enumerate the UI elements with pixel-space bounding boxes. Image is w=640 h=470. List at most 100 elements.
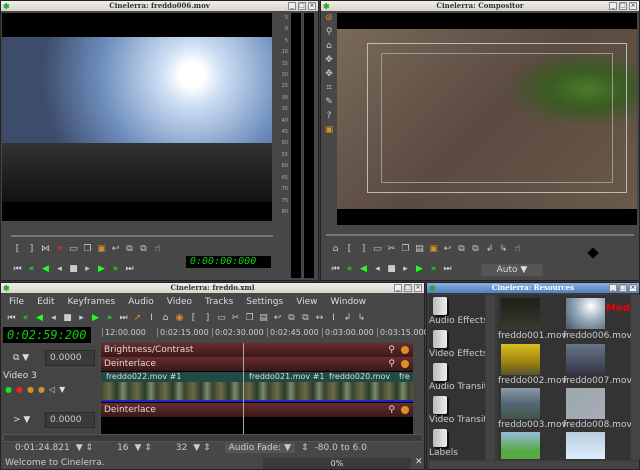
dropdown-icon[interactable]: ▼ ⇕ xyxy=(193,443,210,453)
folder-scrollbar[interactable] xyxy=(486,295,495,460)
rewind-start-icon[interactable]: ⏮ xyxy=(7,313,16,323)
effect-on-icon[interactable] xyxy=(401,360,409,368)
minimize-button[interactable]: _ xyxy=(609,284,617,292)
rewind-start-icon[interactable]: ⏮ xyxy=(331,264,340,274)
label-toggle-icon[interactable]: ◉ xyxy=(175,313,184,323)
dropdown-icon[interactable]: ▼ ⇕ xyxy=(135,443,152,453)
position-value[interactable]: 0:01:24.821 xyxy=(15,443,70,453)
maximize-button[interactable]: □ xyxy=(619,2,627,10)
in-point-icon[interactable]: [ xyxy=(13,244,22,254)
zoom-select[interactable]: Auto ▼ xyxy=(481,264,543,276)
fit-icon[interactable]: ↔ xyxy=(315,313,324,323)
viewer-video[interactable] xyxy=(2,13,272,221)
play-icon[interactable]: ▶ xyxy=(97,264,106,274)
compositor-canvas[interactable] xyxy=(337,13,637,225)
spin-icon[interactable]: ⇕ xyxy=(301,443,309,453)
out-point-icon[interactable]: ] xyxy=(27,244,36,254)
folder-item[interactable]: Audio Effects xyxy=(429,295,485,328)
fast-reverse-icon[interactable]: « xyxy=(27,264,36,274)
protect-icon[interactable]: ⊘ xyxy=(325,13,333,23)
reverse-icon[interactable]: ◀ xyxy=(41,264,50,274)
track-zoom[interactable]: 32 xyxy=(176,443,187,453)
fade-mode-icon[interactable]: ⧉ ▼ xyxy=(13,353,29,363)
mask-icon[interactable]: ⌂ xyxy=(326,41,332,51)
label-icon[interactable]: ⌂ xyxy=(331,244,340,254)
frame-back-icon[interactable]: ◂ xyxy=(55,264,64,274)
play-icon[interactable]: ▶ xyxy=(415,264,424,274)
safe-region-icon[interactable]: ▣ xyxy=(325,125,334,135)
effect-brightness-contrast[interactable]: Brightness/Contrast ⚲ xyxy=(101,343,413,357)
media-thumbnail[interactable] xyxy=(501,432,540,459)
goto-end-icon[interactable]: ⏭ xyxy=(125,264,134,274)
in-point-icon[interactable]: [ xyxy=(345,244,354,254)
fast-reverse-icon[interactable]: « xyxy=(21,313,30,323)
goto-end-icon[interactable]: ⏭ xyxy=(119,313,128,323)
viewer-slider[interactable] xyxy=(11,235,273,237)
next-edit-icon[interactable]: ↳ xyxy=(357,313,366,323)
media-name[interactable]: freddo006.mov xyxy=(563,331,632,341)
prev-edit-icon[interactable]: ↲ xyxy=(485,244,494,254)
media-thumbnail[interactable] xyxy=(566,344,605,375)
prev-label-icon[interactable]: ↩ xyxy=(443,244,452,254)
clip-label[interactable]: fre xyxy=(399,372,410,382)
zoom-icon[interactable]: ⚲ xyxy=(326,27,333,37)
media-thumbnail[interactable] xyxy=(566,298,605,329)
fast-forward-icon[interactable]: » xyxy=(111,264,120,274)
menu-tracks[interactable]: Tracks xyxy=(205,297,233,307)
overlay-mode-icon[interactable]: > ▼ xyxy=(13,415,30,425)
media-name[interactable]: freddo002.mov xyxy=(498,376,567,386)
media-thumbnail[interactable] xyxy=(501,344,540,375)
media-thumbnail[interactable] xyxy=(566,388,605,419)
close-button[interactable]: × xyxy=(629,2,637,10)
copy-icon[interactable]: ❐ xyxy=(83,244,92,254)
gang-toggle[interactable]: ● xyxy=(27,385,34,394)
folder-item[interactable]: Video Transitions xyxy=(429,394,485,427)
frame-forward-icon[interactable]: ▸ xyxy=(83,264,92,274)
reverse-icon[interactable]: ◀ xyxy=(35,313,44,323)
menu-keyframes[interactable]: Keyframes xyxy=(68,297,116,307)
playhead[interactable] xyxy=(243,343,244,434)
frame-back-icon[interactable]: ◂ xyxy=(373,264,382,274)
timeline-ruler[interactable]: 12:00.000 0:02:15.000 0:02:30.000 0:02:45.0… xyxy=(101,327,429,340)
cancel-icon[interactable]: ✕ xyxy=(415,457,423,467)
minimize-button[interactable]: _ xyxy=(288,2,296,10)
media-name[interactable]: freddo003.mov xyxy=(498,420,567,430)
menu-video[interactable]: Video xyxy=(167,297,192,307)
label-icon[interactable]: ▣ xyxy=(97,244,106,254)
media-thumbnail[interactable] xyxy=(566,432,605,459)
undo-icon[interactable]: ⧉ xyxy=(301,313,310,323)
undo-icon[interactable]: ⧉ xyxy=(471,244,480,254)
fast-forward-icon[interactable]: » xyxy=(429,264,438,274)
hand-icon[interactable]: ☝ xyxy=(513,244,522,254)
media-name[interactable]: freddo007.mov xyxy=(563,376,632,386)
horizontal-scrollbar[interactable] xyxy=(429,461,639,469)
media-thumbnail[interactable] xyxy=(501,298,540,329)
frame-forward-icon[interactable]: ▸ xyxy=(401,264,410,274)
close-button[interactable]: × xyxy=(308,2,316,10)
camera-icon[interactable]: ✥ xyxy=(325,55,333,65)
effect-deinterlace-2[interactable]: Deinterlace ⚲ xyxy=(101,403,413,417)
minimize-button[interactable]: _ xyxy=(394,284,402,292)
media-name[interactable]: freddo001.mov xyxy=(498,331,567,341)
goto-end-icon[interactable]: ⏭ xyxy=(443,264,452,274)
menu-edit[interactable]: Edit xyxy=(37,297,54,307)
out-point-icon[interactable]: ] xyxy=(203,313,212,323)
prev-label-icon[interactable]: ↩ xyxy=(111,244,120,254)
clip-thumbnails[interactable] xyxy=(101,382,413,401)
eyedropper-icon[interactable]: ✎ xyxy=(325,97,333,107)
prev-edit-icon[interactable]: ↲ xyxy=(343,313,352,323)
fast-reverse-icon[interactable]: « xyxy=(345,264,354,274)
help-icon[interactable]: ? xyxy=(327,111,332,121)
menu-settings[interactable]: Settings xyxy=(246,297,283,307)
maximize-button[interactable]: □ xyxy=(619,284,627,292)
cut-icon[interactable]: ✂ xyxy=(387,244,396,254)
folder-item[interactable]: Video Effects xyxy=(429,328,485,361)
stop-icon[interactable]: ■ xyxy=(387,264,396,274)
cut-icon[interactable]: ✂ xyxy=(231,313,240,323)
play-track-toggle[interactable]: ● xyxy=(5,385,12,394)
next-label-icon[interactable]: ⧉ xyxy=(287,313,296,323)
label-toggle-icon[interactable]: ▣ xyxy=(429,244,438,254)
close-button[interactable]: × xyxy=(414,284,422,292)
record-track-toggle[interactable]: ● xyxy=(16,385,23,394)
compositor-slider[interactable] xyxy=(326,234,634,236)
